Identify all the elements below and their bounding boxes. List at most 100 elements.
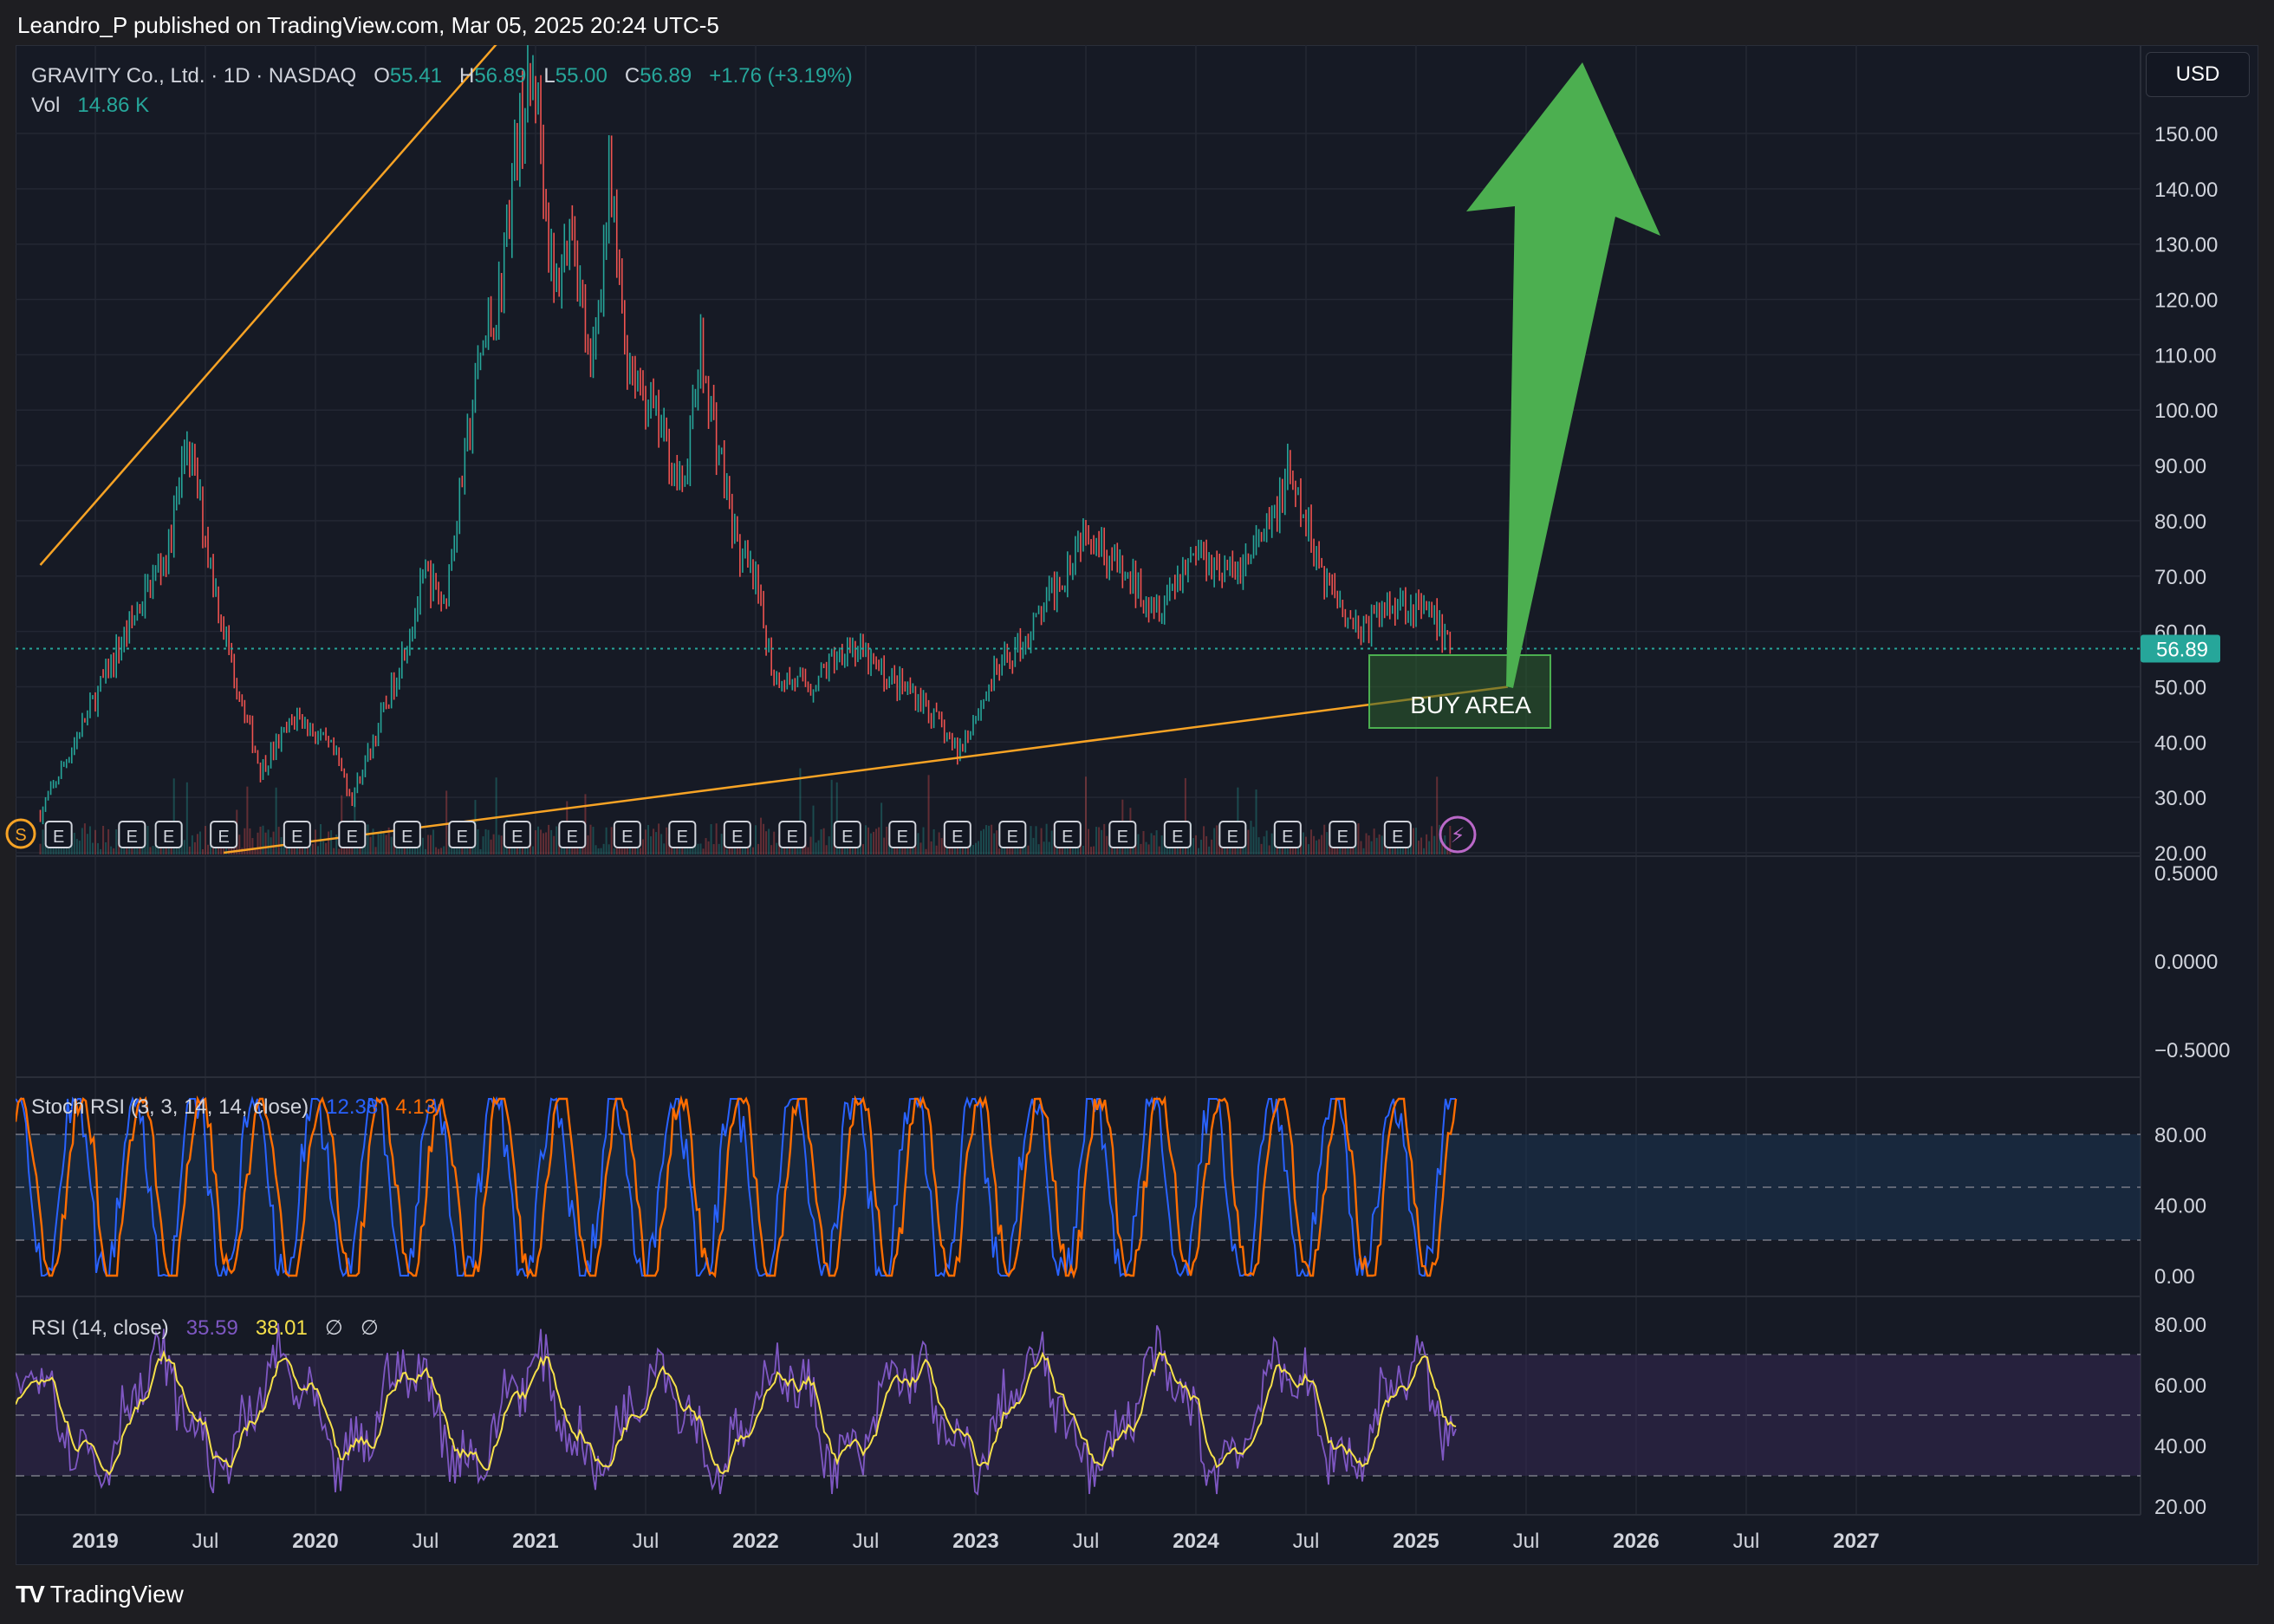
stoch-axis-label: 0.00 xyxy=(2154,1265,2195,1289)
volume-bar xyxy=(940,838,943,854)
volume-bar xyxy=(613,848,615,854)
volume-bar xyxy=(1095,827,1098,854)
volume-bar xyxy=(655,832,658,854)
volume-bar xyxy=(914,846,917,854)
volume-bar xyxy=(600,848,602,854)
volume-bar xyxy=(1270,833,1273,854)
volume-bar xyxy=(1368,835,1370,854)
earnings-marker-label: E xyxy=(1007,828,1018,847)
price-series xyxy=(39,45,1452,825)
volume-bar xyxy=(81,828,83,854)
volume-bar xyxy=(1310,829,1313,854)
volume-bar xyxy=(1436,776,1439,854)
volume-bar xyxy=(497,835,500,854)
volume-bar xyxy=(1155,830,1158,854)
volume-bar xyxy=(699,843,702,854)
volume-bar xyxy=(1268,845,1270,854)
rsi-legend[interactable]: RSI (14, close) 35.59 38.01 ∅ ∅ xyxy=(31,1315,379,1341)
volume-legend[interactable]: Vol 14.86 K xyxy=(31,94,149,118)
price-axis[interactable]: 150.00 140.00 130.00 120.00 110.00 100.00 90.0… xyxy=(2154,123,2230,1519)
volume-bar xyxy=(639,848,641,854)
trendlines[interactable] xyxy=(39,0,1508,854)
stoch-legend[interactable]: Stoch RSI (3, 3, 14, 14, close) 12.38 4.… xyxy=(31,1095,436,1120)
volume-bar xyxy=(272,831,275,854)
volume-bar xyxy=(1418,840,1420,854)
symbol-legend[interactable]: GRAVITY Co., Ltd. · 1D · NASDAQ O55.41 H… xyxy=(31,64,853,88)
volume-bar xyxy=(94,829,96,854)
time-axis-label: Jul xyxy=(633,1530,659,1553)
volume-bar xyxy=(556,826,558,854)
volume-bar xyxy=(702,848,705,854)
time-axis[interactable]: 2019 Jul 2020 Jul 2021 Jul 2022 Jul 2023 Jul 2024 J… xyxy=(72,1530,1879,1553)
rsi-axis-label: 40.00 xyxy=(2154,1435,2206,1458)
volume-bar xyxy=(540,829,543,854)
empty-pane-axis-label: 0.5000 xyxy=(2154,862,2218,886)
earnings-marker-label: E xyxy=(218,828,229,847)
currency-button[interactable]: USD xyxy=(2146,52,2250,97)
volume-bar xyxy=(267,829,270,854)
volume-bar xyxy=(201,848,204,854)
volume-bar xyxy=(886,826,888,854)
volume-bar xyxy=(878,827,880,854)
close-value: 56.89 xyxy=(640,64,692,88)
volume-bar xyxy=(249,828,251,854)
up-arrow[interactable] xyxy=(1466,62,1660,688)
volume-bar xyxy=(873,831,875,854)
tradingview-brand[interactable]: TV TradingView xyxy=(16,1581,184,1608)
volume-bar xyxy=(191,835,193,854)
volume-bar xyxy=(658,823,660,854)
volume-bar xyxy=(1323,824,1326,854)
stoch-k-value: 12.38 xyxy=(326,1095,379,1119)
volume-bar xyxy=(115,829,118,854)
low-value: 55.00 xyxy=(555,64,607,88)
volume-bar xyxy=(828,836,830,854)
volume-bar xyxy=(545,832,548,854)
volume-bar xyxy=(97,842,100,854)
earnings-marker-label: E xyxy=(1392,828,1403,847)
volume-bar xyxy=(1381,835,1383,854)
volume-bar xyxy=(435,847,438,854)
volume-bar xyxy=(1192,838,1194,854)
volume-bar xyxy=(325,842,328,854)
volume-bar xyxy=(196,834,198,854)
volume-bar xyxy=(510,848,513,854)
volume-bar xyxy=(1019,848,1022,854)
time-axis-label: 2025 xyxy=(1393,1530,1439,1553)
last-price-value: 56.89 xyxy=(2156,638,2208,661)
volume-bar xyxy=(985,825,988,854)
symbol-name: GRAVITY Co., Ltd. · 1D · NASDAQ xyxy=(31,64,357,88)
volume-bar xyxy=(309,847,311,854)
volume-bar xyxy=(1082,846,1084,854)
volume-bar xyxy=(875,828,878,854)
time-axis-label: 2021 xyxy=(512,1530,558,1553)
volume-bar xyxy=(820,828,822,854)
volume-bar xyxy=(531,846,534,854)
price-axis-label: 80.00 xyxy=(2154,510,2206,534)
volume-bar xyxy=(315,829,316,854)
volume-bar xyxy=(1211,839,1213,854)
earnings-marker-label: E xyxy=(1227,828,1238,847)
volume-bar xyxy=(922,827,925,854)
volume-bar xyxy=(207,844,210,854)
volume-bar xyxy=(110,846,113,854)
volume-bar xyxy=(1286,848,1289,854)
volume-bar xyxy=(1265,830,1268,854)
volume-bar xyxy=(246,786,249,854)
stoch-axis-label: 80.00 xyxy=(2154,1124,2206,1147)
volume-bar xyxy=(1145,841,1147,854)
volume-bar xyxy=(1365,833,1368,854)
earnings-marker-label: E xyxy=(1172,828,1183,847)
rsi-value: 35.59 xyxy=(185,1316,238,1340)
volume-bar xyxy=(663,843,666,854)
volume-bar xyxy=(1412,828,1414,854)
time-axis-label: 2022 xyxy=(732,1530,778,1553)
volume-bar xyxy=(710,824,712,854)
volume-bar xyxy=(487,829,490,854)
volume-bar xyxy=(927,775,930,854)
volume-bar xyxy=(1426,834,1428,854)
time-axis-label: 2023 xyxy=(952,1530,998,1553)
volume-bar xyxy=(1200,840,1203,854)
chart-canvas[interactable]: BUY AREA E E E E E E E E E E E E E E E E E E E E E E E E E S ⚡ 1… xyxy=(0,0,2274,1624)
volume-bar xyxy=(1205,835,1208,854)
volume-bar xyxy=(1140,843,1142,854)
